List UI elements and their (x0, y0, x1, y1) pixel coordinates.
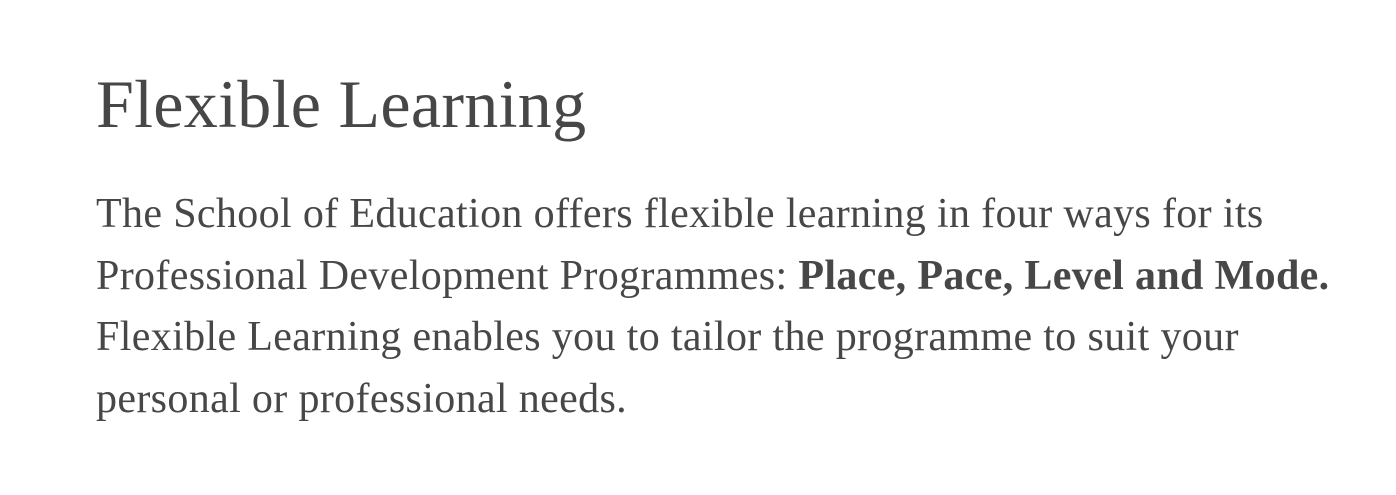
description-emphasis: Place, Pace, Level and Mode. (798, 252, 1330, 299)
flexible-learning-section: Flexible Learning The School of Educatio… (96, 64, 1346, 430)
description-rest: Flexible Learning enables you to tailor … (96, 314, 1239, 422)
section-description: The School of Education offers flexible … (96, 184, 1346, 430)
section-heading: Flexible Learning (96, 66, 587, 142)
